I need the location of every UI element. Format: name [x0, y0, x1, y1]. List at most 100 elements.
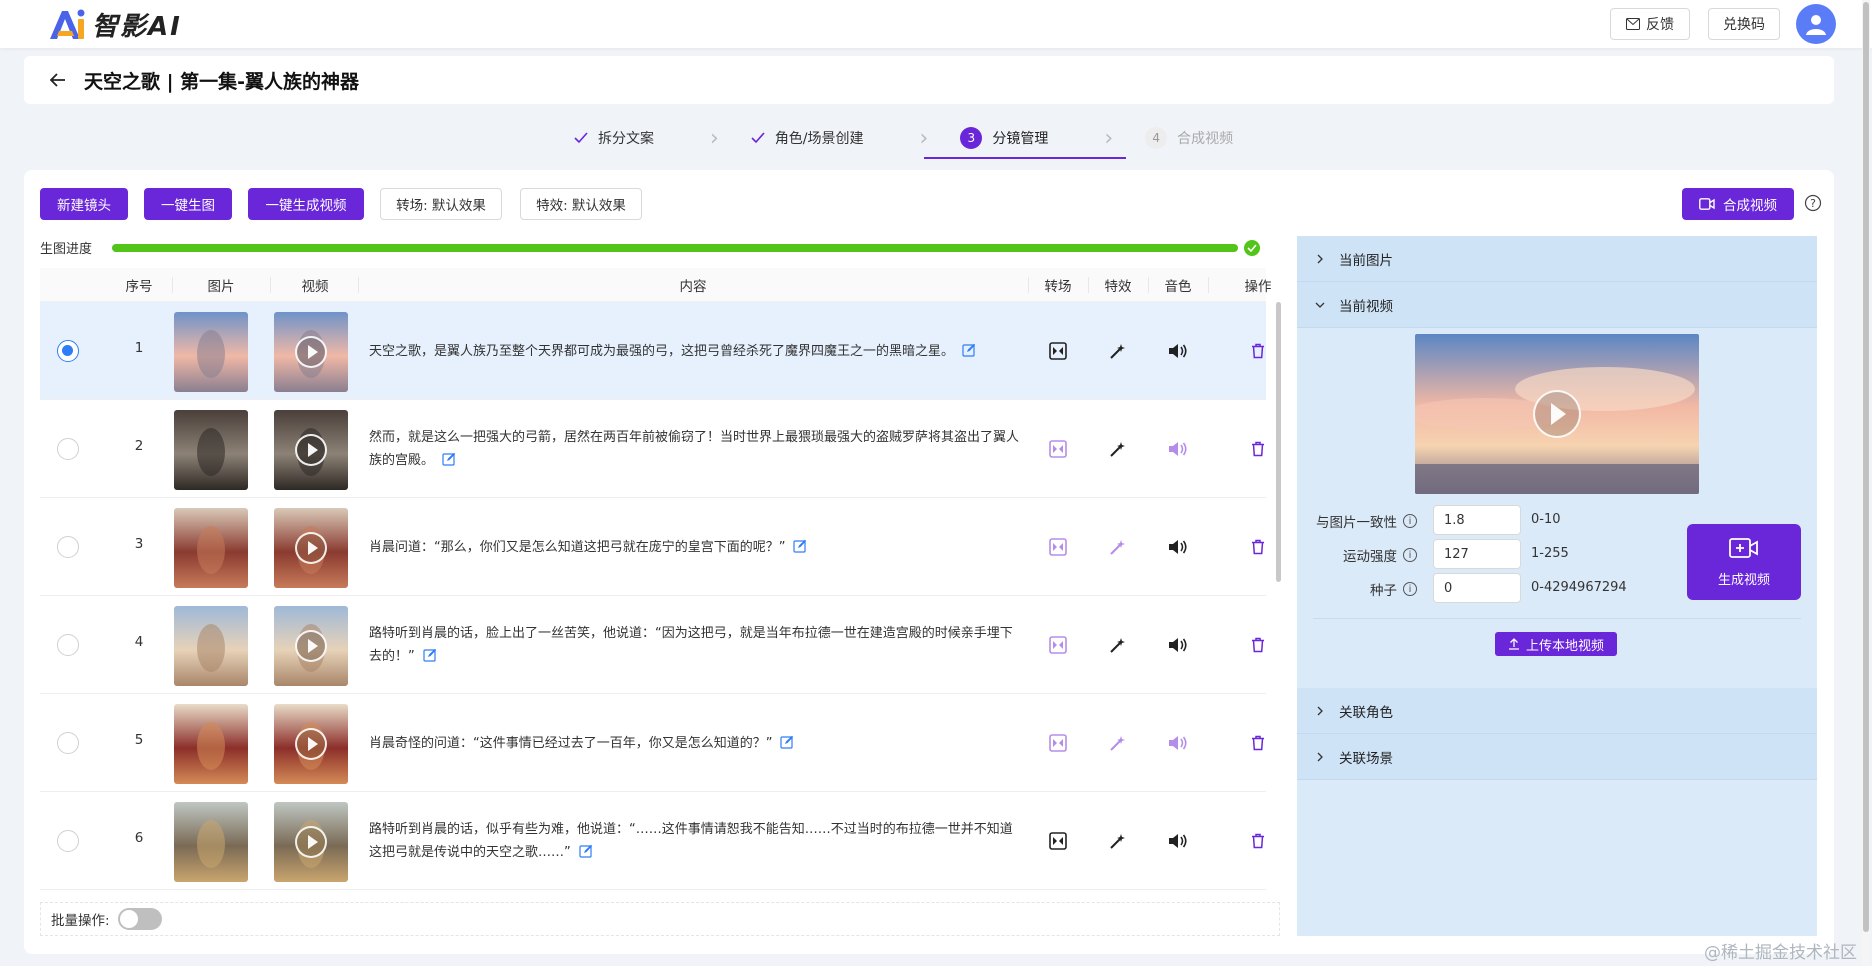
- generate-video-button[interactable]: 生成视频: [1687, 524, 1801, 600]
- table-scrollbar[interactable]: [1276, 302, 1281, 582]
- magic-wand-icon[interactable]: [1107, 340, 1129, 362]
- transition-icon[interactable]: [1047, 536, 1069, 558]
- edit-icon[interactable]: [793, 538, 807, 553]
- generate-all-images-button[interactable]: 一键生图: [144, 188, 232, 220]
- speaker-icon[interactable]: [1167, 732, 1189, 754]
- delete-icon[interactable]: [1247, 830, 1269, 852]
- step-role-scene[interactable]: 角色/场景创建: [747, 116, 868, 160]
- play-icon[interactable]: [295, 532, 327, 564]
- section-related-roles[interactable]: 关联角色: [1297, 688, 1817, 734]
- row-radio[interactable]: [57, 830, 79, 852]
- redeem-code-button[interactable]: 兑换码: [1708, 8, 1780, 40]
- transition-select[interactable]: 转场: 默认效果: [380, 188, 502, 220]
- row-content-text: 路特听到肖晨的话，似乎有些为难，他说道：“……这件事情请恕我不能告知……不过当时…: [369, 822, 1013, 860]
- row-radio[interactable]: [57, 340, 79, 362]
- generate-all-videos-button[interactable]: 一键生成视频: [248, 188, 364, 220]
- info-icon[interactable]: i: [1403, 548, 1417, 562]
- row-image-thumbnail[interactable]: [174, 606, 248, 686]
- page-scrollbar[interactable]: [1862, 0, 1870, 966]
- magic-wand-icon[interactable]: [1107, 830, 1129, 852]
- feedback-button[interactable]: 反馈: [1610, 8, 1690, 40]
- row-image-thumbnail[interactable]: [174, 410, 248, 490]
- play-icon[interactable]: [295, 434, 327, 466]
- upload-local-video-button[interactable]: 上传本地视频: [1495, 632, 1617, 656]
- section-related-scenes[interactable]: 关联场景: [1297, 734, 1817, 780]
- row-video-thumbnail[interactable]: [274, 410, 348, 490]
- section-current-image[interactable]: 当前图片: [1297, 236, 1817, 282]
- row-image-thumbnail[interactable]: [174, 704, 248, 784]
- delete-icon[interactable]: [1247, 732, 1269, 754]
- row-radio[interactable]: [57, 438, 79, 460]
- table-row[interactable]: 5 肖晨奇怪的问道：“这件事情已经过去了一百年，你又是怎么知道的？”: [40, 694, 1266, 792]
- table-row[interactable]: 3 肖晨问道：“那么，你们又是怎么知道这把弓就在庞宁的皇宫下面的呢？”: [40, 498, 1266, 596]
- magic-wand-icon[interactable]: [1107, 732, 1129, 754]
- speaker-icon[interactable]: [1167, 634, 1189, 656]
- row-video-thumbnail[interactable]: [274, 704, 348, 784]
- row-radio[interactable]: [57, 536, 79, 558]
- play-icon[interactable]: [295, 630, 327, 662]
- delete-icon[interactable]: [1247, 634, 1269, 656]
- row-radio[interactable]: [57, 732, 79, 754]
- logo[interactable]: 智影AI: [48, 6, 182, 42]
- chevron-right-icon: [1315, 254, 1325, 264]
- step-split-script[interactable]: 拆分文案: [570, 116, 658, 160]
- row-video-thumbnail[interactable]: [274, 508, 348, 588]
- compose-video-label: 合成视频: [1723, 198, 1777, 214]
- transition-icon[interactable]: [1047, 438, 1069, 460]
- info-icon[interactable]: i: [1403, 514, 1417, 528]
- edit-icon[interactable]: [780, 734, 794, 749]
- transition-icon[interactable]: [1047, 732, 1069, 754]
- new-shot-button[interactable]: 新建镜头: [40, 188, 128, 220]
- edit-icon[interactable]: [442, 451, 456, 466]
- logo-icon: [48, 7, 86, 41]
- row-image-thumbnail[interactable]: [174, 312, 248, 392]
- transition-icon[interactable]: [1047, 634, 1069, 656]
- speaker-icon[interactable]: [1167, 536, 1189, 558]
- consistency-input[interactable]: 1.8: [1433, 505, 1521, 535]
- video-preview[interactable]: [1415, 334, 1699, 494]
- effect-select[interactable]: 特效: 默认效果: [520, 188, 642, 220]
- row-image-thumbnail[interactable]: [174, 508, 248, 588]
- delete-icon[interactable]: [1247, 438, 1269, 460]
- edit-icon[interactable]: [423, 647, 437, 662]
- compose-video-button[interactable]: 合成视频: [1682, 188, 1794, 220]
- row-video-thumbnail[interactable]: [274, 312, 348, 392]
- seed-input[interactable]: 0: [1433, 573, 1521, 603]
- current-video-body: 与图片一致性 i 1.8 0-10 运动强度 i 127 1-255 种子 i …: [1297, 328, 1817, 686]
- section-current-video[interactable]: 当前视频: [1297, 282, 1817, 328]
- play-icon[interactable]: [295, 826, 327, 858]
- table-row[interactable]: 4 路特听到肖晨的话，脸上出了一丝苦笑，他说道：“因为这把弓，就是当年布拉德一世在…: [40, 596, 1266, 694]
- magic-wand-icon[interactable]: [1107, 438, 1129, 460]
- row-video-thumbnail[interactable]: [274, 606, 348, 686]
- magic-wand-icon[interactable]: [1107, 536, 1129, 558]
- table-row[interactable]: 6 路特听到肖晨的话，似乎有些为难，他说道：“……这件事情请恕我不能告知……不过当…: [40, 792, 1266, 890]
- transition-icon[interactable]: [1047, 340, 1069, 362]
- speaker-icon[interactable]: [1167, 340, 1189, 362]
- info-icon[interactable]: i: [1403, 582, 1417, 596]
- row-video-thumbnail[interactable]: [274, 802, 348, 882]
- help-icon[interactable]: ?: [1804, 194, 1822, 212]
- speaker-icon[interactable]: [1167, 830, 1189, 852]
- play-icon[interactable]: [295, 728, 327, 760]
- param-seed-label: 种子 i: [1297, 579, 1417, 599]
- row-radio[interactable]: [57, 634, 79, 656]
- edit-icon[interactable]: [579, 843, 593, 858]
- motion-strength-input[interactable]: 127: [1433, 539, 1521, 569]
- delete-icon[interactable]: [1247, 536, 1269, 558]
- step-compose[interactable]: 4 合成视频: [1141, 116, 1237, 160]
- user-avatar[interactable]: [1796, 4, 1836, 44]
- batch-toggle[interactable]: [117, 908, 162, 930]
- delete-icon[interactable]: [1247, 340, 1269, 362]
- play-icon[interactable]: [1533, 390, 1581, 438]
- step-storyboard[interactable]: 3 分镜管理: [956, 116, 1052, 160]
- speaker-icon[interactable]: [1167, 438, 1189, 460]
- magic-wand-icon[interactable]: [1107, 634, 1129, 656]
- back-arrow-icon[interactable]: [46, 68, 70, 92]
- edit-icon[interactable]: [962, 342, 976, 357]
- transition-icon[interactable]: [1047, 830, 1069, 852]
- generate-video-label: 生成视频: [1717, 572, 1770, 588]
- table-row[interactable]: 1 天空之歌，是翼人族乃至整个天界都可成为最强的弓，这把弓曾经杀死了魔界四魔王之一…: [40, 302, 1266, 400]
- table-row[interactable]: 2 然而，就是这么一把强大的弓箭，居然在两百年前被偷窃了！当时世界上最猥琐最强大的…: [40, 400, 1266, 498]
- play-icon[interactable]: [295, 336, 327, 368]
- row-image-thumbnail[interactable]: [174, 802, 248, 882]
